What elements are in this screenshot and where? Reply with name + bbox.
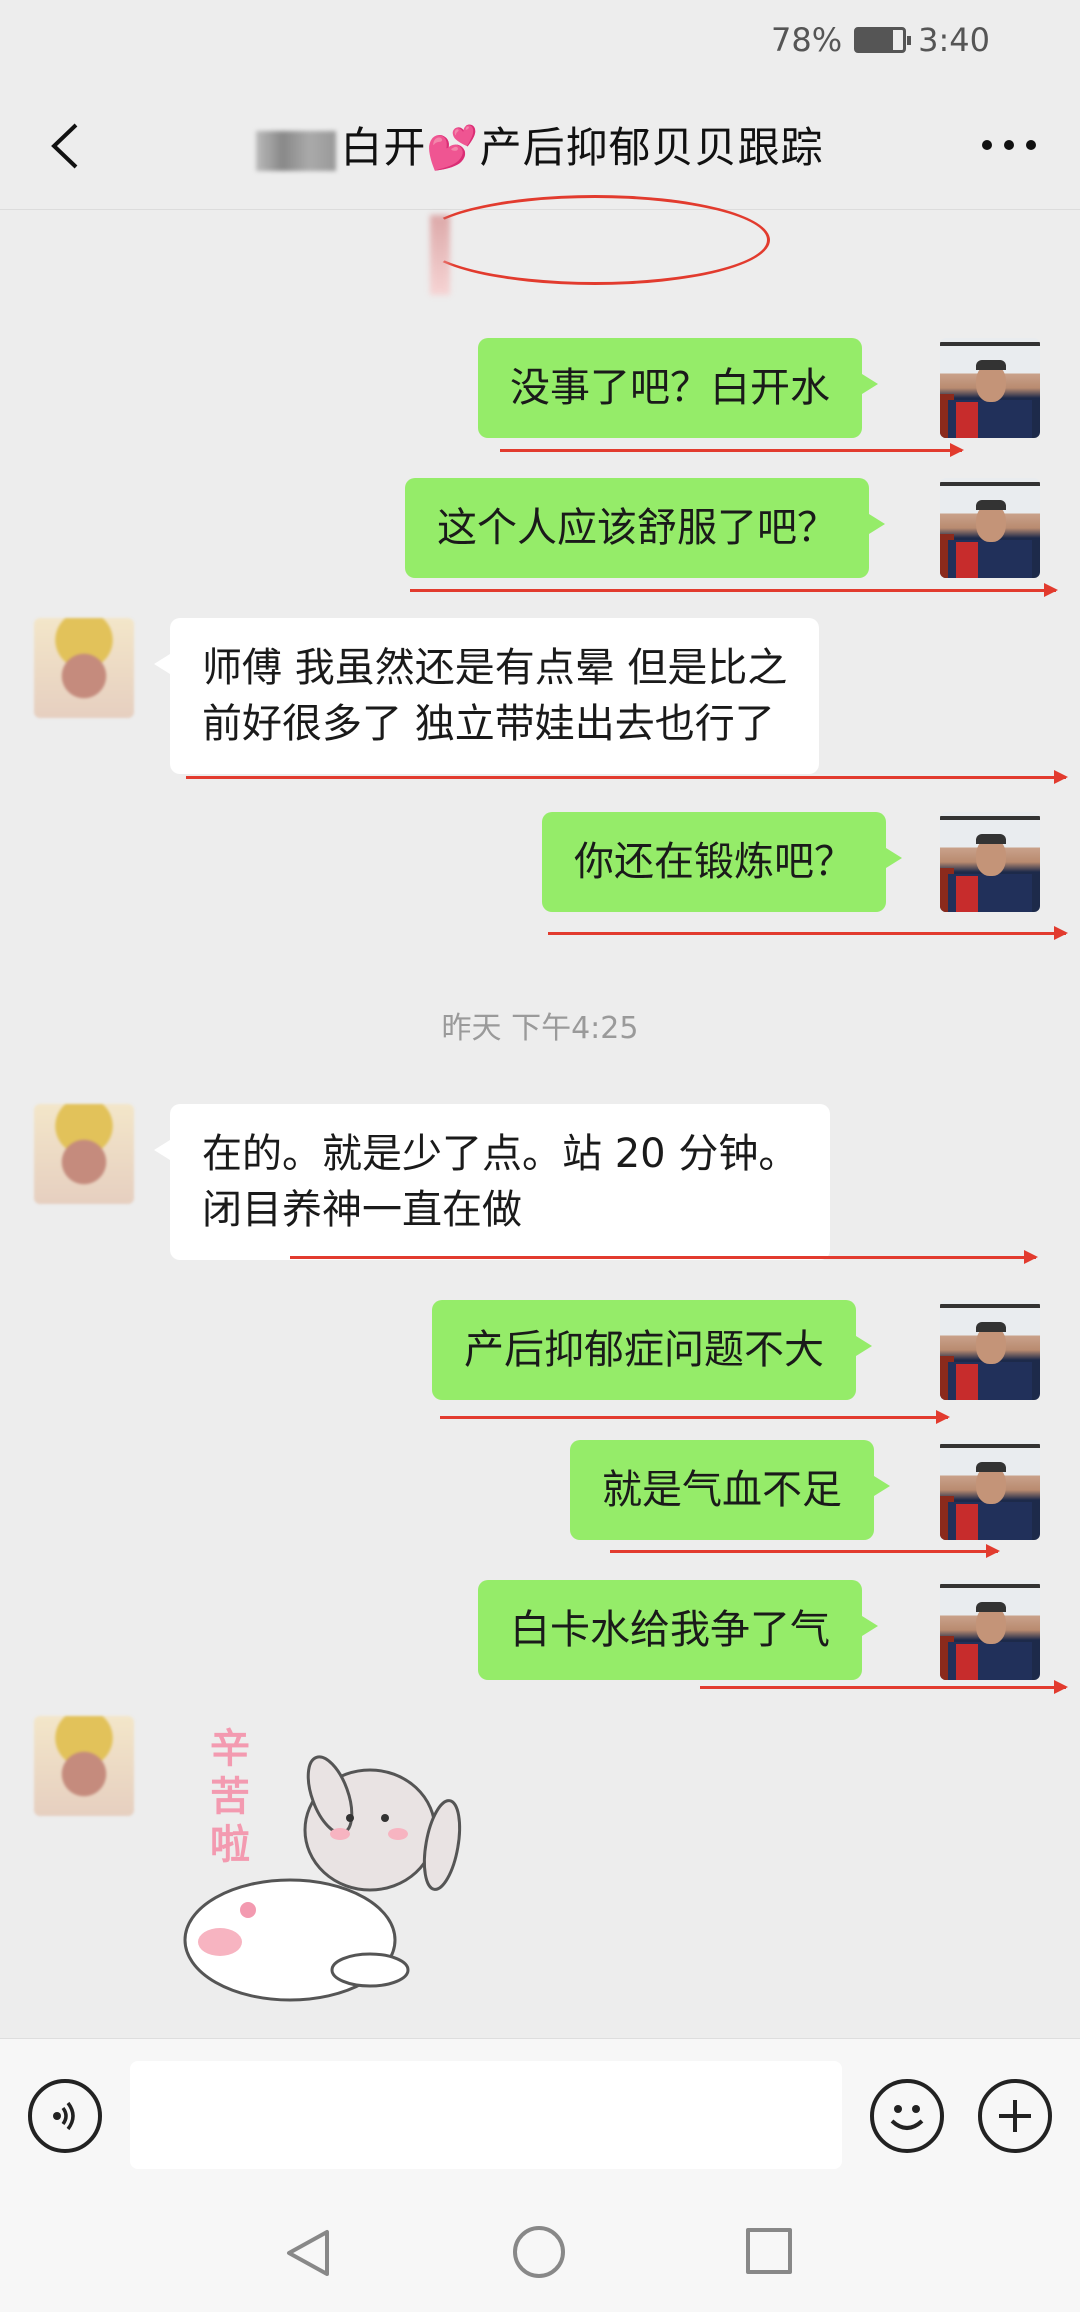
annotation-underline (700, 1680, 1068, 1694)
message-bubble-out[interactable]: 产后抑郁症问题不大 (432, 1300, 872, 1400)
avatar-self[interactable] (940, 338, 1040, 438)
avatar-contact[interactable] (34, 1716, 134, 1816)
message-bubble-in[interactable]: 师傅 我虽然还是有点晕 但是比之 前好很多了 独立带娃出去也行了 (153, 618, 820, 774)
emoji-icon[interactable] (870, 2079, 944, 2153)
annotation-ellipse (420, 195, 770, 285)
avatar-self[interactable] (940, 1580, 1040, 1680)
bunny-sticker[interactable] (180, 1720, 500, 2020)
annotation-underline (186, 770, 1068, 784)
nav-home-icon[interactable] (513, 2226, 565, 2278)
message-input[interactable] (130, 2061, 842, 2169)
nav-back-icon[interactable] (283, 2228, 333, 2278)
avatar-self[interactable] (940, 812, 1040, 912)
message-bubble-out[interactable]: 白卡水给我争了气 (478, 1580, 878, 1680)
annotation-underline (610, 1544, 1000, 1558)
annotation-blur (430, 215, 450, 295)
battery-icon (854, 27, 912, 53)
annotation-underline (410, 583, 1058, 597)
nav-recent-icon[interactable] (746, 2228, 792, 2274)
annotation-underline (290, 1250, 1038, 1264)
system-nav-bar (0, 2190, 1080, 2312)
timestamp: 昨天 下午4:25 (441, 1011, 639, 1046)
message-bubble-out[interactable]: 这个人应该舒服了吧？ (405, 478, 885, 578)
status-bar: 78% 3:40 (0, 0, 1080, 80)
blurred-name (256, 130, 337, 171)
clock: 3:40 (918, 21, 990, 59)
chat-title: 白开💕产后抑郁贝贝跟踪 (256, 114, 823, 175)
input-bar (0, 2038, 1080, 2190)
avatar-contact[interactable] (34, 1104, 134, 1204)
annotation-underline (548, 926, 1068, 940)
message-bubble-out[interactable]: 就是气血不足 (570, 1440, 890, 1540)
avatar-self[interactable] (940, 1300, 1040, 1400)
chat-header: 白开💕产后抑郁贝贝跟踪 (0, 80, 1080, 210)
avatar-self[interactable] (940, 478, 1040, 578)
more-dots-icon[interactable] (974, 120, 1044, 170)
avatar-contact[interactable] (34, 618, 134, 718)
message-bubble-out[interactable]: 你还在锻炼吧？ (542, 812, 902, 912)
annotation-underline (440, 1410, 950, 1424)
message-bubble-in[interactable]: 在的。就是少了点。站 20 分钟。 闭目养神一直在做 (153, 1104, 831, 1260)
battery-percent: 78% (771, 21, 843, 59)
annotation-underline (500, 443, 964, 457)
message-bubble-out[interactable]: 没事了吧？白开水 (478, 338, 878, 438)
plus-icon[interactable] (978, 2079, 1052, 2153)
avatar-self[interactable] (940, 1440, 1040, 1540)
chevron-left-icon[interactable] (40, 118, 90, 174)
voice-icon[interactable] (28, 2079, 102, 2153)
